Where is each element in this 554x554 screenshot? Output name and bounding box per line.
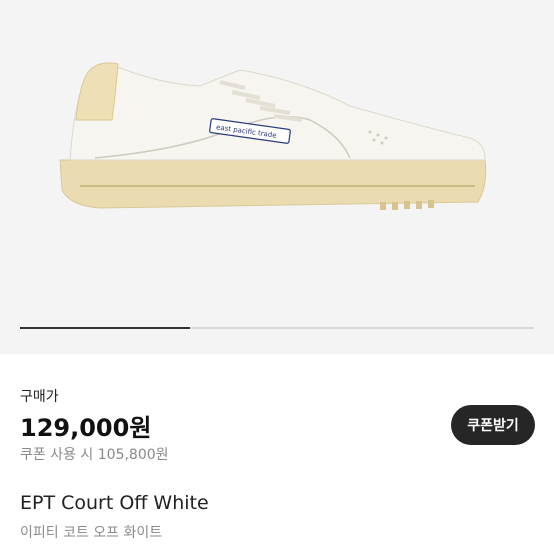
- product-image-area[interactable]: east pacific trade: [0, 0, 554, 354]
- get-coupon-button[interactable]: 쿠폰받기: [451, 405, 535, 445]
- product-title-ko: 이피티 코트 오프 화이트: [20, 525, 163, 541]
- carousel-progress-track: [20, 327, 534, 329]
- heel-tab: [75, 62, 119, 121]
- coupon-price-text: 쿠폰 사용 시 105,800원: [20, 447, 169, 463]
- product-title-en: EPT Court Off White: [20, 492, 209, 514]
- carousel-progress-fill: [20, 327, 190, 329]
- sneaker-image: east pacific trade: [59, 62, 487, 210]
- purchase-price-label: 구매가: [20, 389, 59, 405]
- price-value: 129,000원: [20, 414, 152, 442]
- sole: [59, 159, 487, 209]
